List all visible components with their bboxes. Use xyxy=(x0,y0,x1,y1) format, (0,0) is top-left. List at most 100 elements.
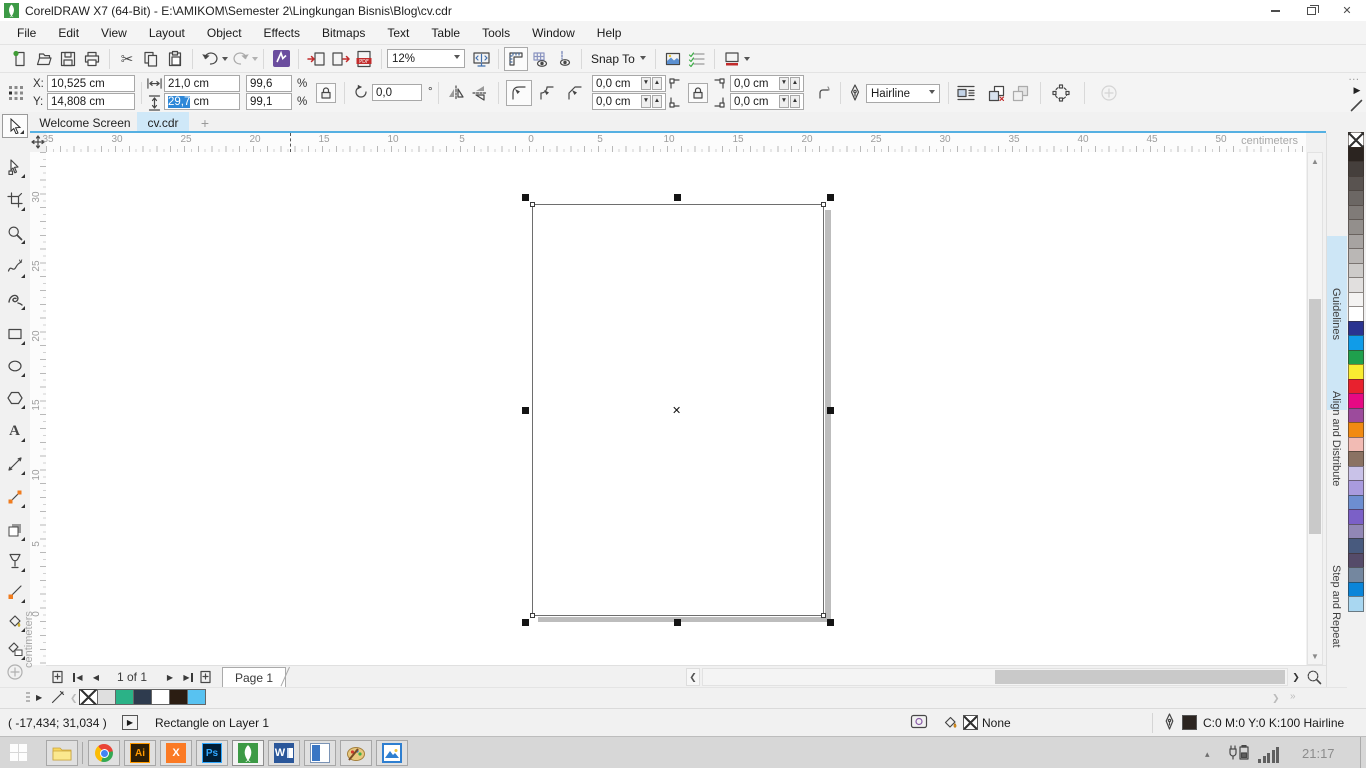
selection-handle-sw[interactable] xyxy=(522,619,529,626)
document-palette-grip[interactable] xyxy=(26,692,30,704)
minimize-button[interactable] xyxy=(1264,2,1286,19)
menu-view[interactable]: View xyxy=(90,23,138,43)
object-height-field[interactable]: 29,7 cm xyxy=(164,93,240,110)
selection-handle-w[interactable] xyxy=(522,407,529,414)
tray-power-icon[interactable] xyxy=(1228,745,1250,760)
tray-network-icon[interactable] xyxy=(1258,747,1279,763)
text-tool[interactable]: A xyxy=(1,417,28,445)
color-swatch[interactable] xyxy=(1348,190,1364,206)
color-swatch[interactable] xyxy=(1348,451,1364,467)
freehand-tool[interactable] xyxy=(1,253,28,281)
menu-tools[interactable]: Tools xyxy=(471,23,521,43)
color-swatch[interactable] xyxy=(1348,277,1364,293)
parallel-dimension-tool[interactable] xyxy=(1,450,28,478)
show-desktop-button[interactable] xyxy=(1360,737,1366,768)
next-page-button[interactable]: ▶ xyxy=(162,669,178,685)
color-swatch[interactable] xyxy=(1348,538,1364,554)
color-swatch[interactable] xyxy=(1348,233,1364,249)
vertical-scroll-thumb[interactable] xyxy=(1309,299,1321,534)
color-swatch[interactable] xyxy=(1348,494,1364,510)
menu-table[interactable]: Table xyxy=(420,23,471,43)
menu-file[interactable]: File xyxy=(6,23,47,43)
taskbar-xampp[interactable]: X xyxy=(160,740,192,766)
color-swatch[interactable] xyxy=(1348,146,1364,162)
selection-handle-s[interactable] xyxy=(674,619,681,626)
color-swatch[interactable] xyxy=(1348,480,1364,496)
import-button[interactable] xyxy=(304,47,328,71)
add-page-after-button[interactable] xyxy=(198,669,214,685)
polygon-tool[interactable] xyxy=(1,384,28,412)
menu-help[interactable]: Help xyxy=(586,23,633,43)
corner-radius-br-field[interactable]: 0,0 cm ▼ ▲ xyxy=(730,93,804,110)
page-tab[interactable]: Page 1 xyxy=(222,667,286,688)
relative-corner-scaling-button[interactable] xyxy=(810,80,836,106)
doc-color-swatch[interactable] xyxy=(187,689,206,705)
new-document-tab-button[interactable]: + xyxy=(194,112,216,133)
doc-color-swatch[interactable] xyxy=(97,689,116,705)
add-page-before-button[interactable] xyxy=(50,669,66,685)
show-grid-button[interactable] xyxy=(528,47,552,71)
hscroll-right-arrow[interactable]: ❯ xyxy=(1289,668,1303,686)
tab-cv-cdr[interactable]: cv.cdr xyxy=(137,112,189,133)
selection-handle-e[interactable] xyxy=(827,407,834,414)
menu-text[interactable]: Text xyxy=(376,23,420,43)
menu-object[interactable]: Object xyxy=(196,23,253,43)
horizontal-scroll-thumb[interactable] xyxy=(995,670,1285,684)
rectangle-tool[interactable] xyxy=(1,320,28,348)
color-swatch[interactable] xyxy=(1348,161,1364,177)
corner-bl-up-spinner[interactable]: ▲ xyxy=(652,95,662,108)
redo-button[interactable] xyxy=(228,47,252,71)
redo-dropdown-arrow[interactable] xyxy=(252,57,258,64)
doc-no-color-swatch[interactable] xyxy=(79,689,98,705)
document-palette-flyout-arrow[interactable]: ▶ xyxy=(36,693,42,702)
document-palette-scroll-right[interactable]: ❯ xyxy=(1272,693,1280,704)
last-page-button[interactable]: ▶ xyxy=(180,669,196,685)
chamfered-corner-button[interactable] xyxy=(562,80,588,106)
fullscreen-preview-button[interactable] xyxy=(469,47,493,71)
color-swatch[interactable] xyxy=(1348,219,1364,235)
behind-button[interactable] xyxy=(1008,81,1032,105)
color-swatch[interactable] xyxy=(1348,407,1364,423)
quick-customize-propbar-button[interactable] xyxy=(1096,81,1122,105)
zoom-level-combobox[interactable]: 12% xyxy=(387,49,465,68)
open-button[interactable] xyxy=(32,47,56,71)
new-document-button[interactable] xyxy=(8,47,32,71)
rect-node-tr[interactable] xyxy=(821,202,826,207)
previous-page-button[interactable]: ◀ xyxy=(88,669,104,685)
application-launcher-button[interactable] xyxy=(720,47,744,71)
restore-button[interactable] xyxy=(1300,2,1322,19)
y-position-field[interactable]: 14,808 cm xyxy=(47,93,135,110)
taskbar-chrome[interactable] xyxy=(88,740,120,766)
start-button[interactable] xyxy=(10,744,27,761)
color-swatch[interactable] xyxy=(1348,248,1364,264)
crop-tool[interactable] xyxy=(1,186,28,214)
color-swatch[interactable] xyxy=(1348,349,1364,365)
taskbar-paint-app[interactable] xyxy=(340,740,372,766)
straight-line-connector-tool[interactable] xyxy=(1,483,28,511)
rect-node-br[interactable] xyxy=(821,613,826,618)
menu-layout[interactable]: Layout xyxy=(138,23,196,43)
copy-button[interactable] xyxy=(139,47,163,71)
taskbar-app-window[interactable] xyxy=(304,740,336,766)
options-button[interactable] xyxy=(661,47,685,71)
outline-width-combobox[interactable]: Hairline xyxy=(866,84,940,103)
color-swatch[interactable] xyxy=(1348,378,1364,394)
print-button[interactable] xyxy=(80,47,104,71)
shape-tool[interactable] xyxy=(1,153,28,181)
zoom-to-fit-button[interactable] xyxy=(1304,667,1324,687)
corner-tr-up-spinner[interactable]: ▲ xyxy=(790,77,800,90)
transparency-tool[interactable] xyxy=(1,547,28,575)
doc-color-swatch[interactable] xyxy=(151,689,170,705)
convert-to-curves-button[interactable] xyxy=(1048,81,1074,105)
document-palette-scroll-left[interactable]: ❮ xyxy=(70,693,78,704)
proof-colors-icon[interactable] xyxy=(910,714,928,730)
color-swatch[interactable] xyxy=(1348,335,1364,351)
paste-button[interactable] xyxy=(163,47,187,71)
horizontal-ruler[interactable]: centimeters 35 30 25 20 15 10 5 0 5 10 15 20 25 30 35 4… xyxy=(42,133,1306,152)
wrap-text-button[interactable] xyxy=(954,81,978,105)
ellipse-tool[interactable] xyxy=(1,352,28,380)
save-button[interactable] xyxy=(56,47,80,71)
taskbar-image-viewer[interactable] xyxy=(376,740,408,766)
scroll-up-arrow[interactable]: ▲ xyxy=(1308,155,1322,167)
vertical-scrollbar[interactable]: ▲ ▼ xyxy=(1307,152,1323,665)
